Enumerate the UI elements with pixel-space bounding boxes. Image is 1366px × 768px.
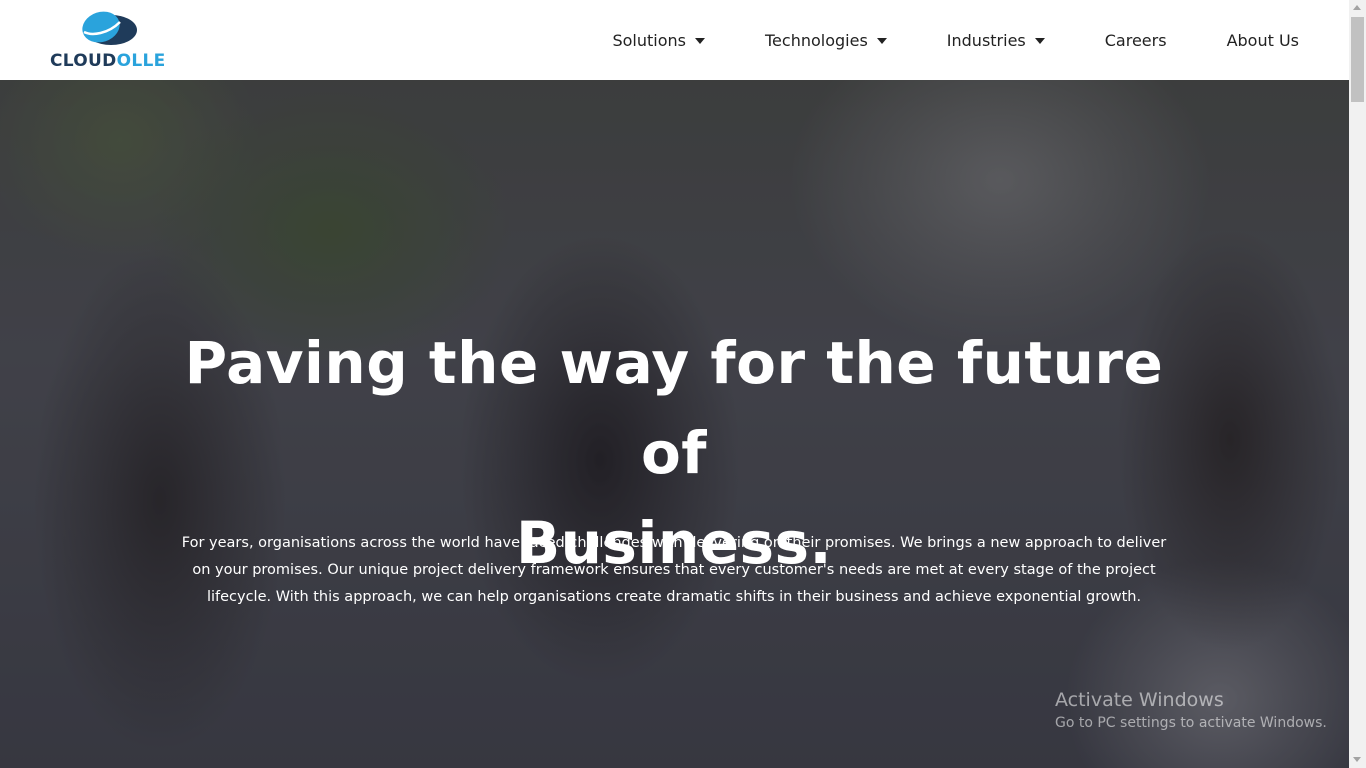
- nav-item-label: About Us: [1226, 30, 1299, 50]
- hero-title-line1: Paving the way for the future of: [184, 329, 1164, 487]
- nav-item-technologies[interactable]: Technologies: [765, 31, 887, 50]
- scroll-down-arrow-icon[interactable]: [1353, 757, 1361, 762]
- nav-item-about-us[interactable]: About Us: [1227, 31, 1299, 50]
- nav-item-label: Technologies: [765, 30, 868, 50]
- caret-down-icon: [695, 37, 705, 44]
- hero-description: For years, organisations across the worl…: [181, 535, 1167, 605]
- windows-activation-watermark: Activate Windows Go to PC settings to ac…: [1055, 688, 1327, 734]
- nav-item-careers[interactable]: Careers: [1105, 31, 1167, 50]
- cloud-logo-icon: [82, 11, 137, 45]
- hero-section: Paving the way for the future of Busines…: [0, 80, 1349, 768]
- nav-item-label: Careers: [1104, 30, 1167, 50]
- watermark-subtitle: Go to PC settings to activate Windows.: [1055, 715, 1327, 731]
- watermark-title: Activate Windows: [1055, 689, 1224, 711]
- nav-item-label: Solutions: [612, 30, 686, 50]
- logo-text: CLOUDOLLE: [50, 51, 166, 71]
- nav-item-industries[interactable]: Industries: [947, 31, 1045, 50]
- scroll-up-arrow-icon[interactable]: [1353, 5, 1361, 10]
- site-header: CLOUDOLLE Solutions Technologies Industr…: [0, 0, 1349, 80]
- caret-down-icon: [876, 37, 887, 44]
- vertical-scrollbar[interactable]: [1349, 0, 1366, 768]
- logo[interactable]: CLOUDOLLE: [50, 10, 170, 72]
- main-nav: Solutions Technologies Industries Career…: [612, 0, 1299, 80]
- caret-down-icon: [1034, 37, 1045, 44]
- nav-item-solutions[interactable]: Solutions: [612, 31, 705, 50]
- scrollbar-thumb[interactable]: [1351, 17, 1364, 102]
- nav-item-label: Industries: [946, 30, 1026, 50]
